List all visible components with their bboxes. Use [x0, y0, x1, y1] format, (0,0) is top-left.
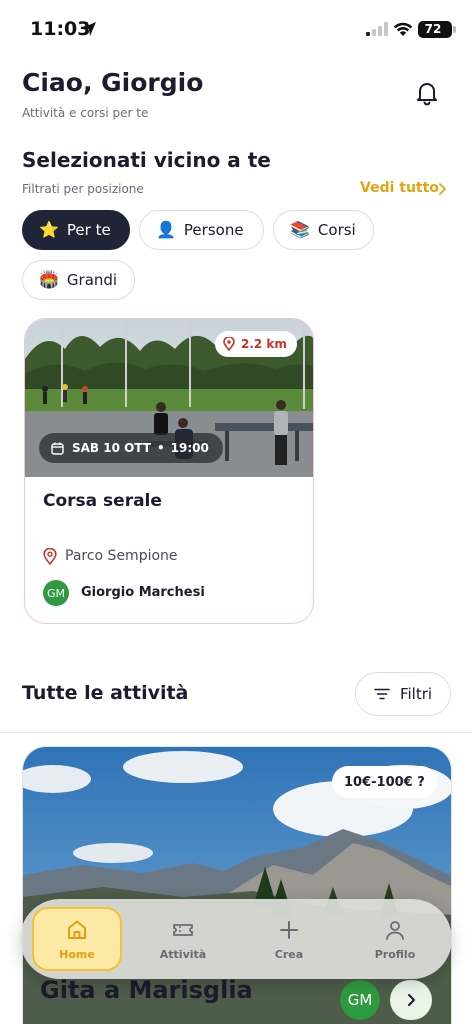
tab-home[interactable]: Home: [32, 907, 122, 971]
chevron-right-icon: [408, 994, 415, 1006]
chip-label: Per te: [66, 221, 111, 239]
battery-icon: 72: [418, 21, 452, 38]
activity-place: Parco Sempione: [65, 548, 178, 564]
chip-per-te[interactable]: ⭐ Per te: [22, 210, 130, 250]
page-title: Ciao, Giorgio: [22, 68, 204, 97]
organizer-name: Giorgio Marchesi: [81, 585, 205, 600]
activity-title: Corsa serale: [43, 491, 162, 511]
divider: [0, 732, 472, 733]
distance-badge: 2.2 km: [215, 331, 297, 357]
calendar-icon: [51, 442, 64, 455]
chip-persone[interactable]: 👤 Persone: [139, 210, 264, 250]
tab-profilo[interactable]: Profilo: [350, 907, 440, 971]
tab-crea[interactable]: Crea: [244, 907, 334, 971]
distance-value: 2.2 km: [241, 337, 287, 351]
price-badge: 10€-100€ ?: [332, 766, 437, 798]
activity-date: SAB 10 OTT: [72, 441, 151, 455]
stadium-icon: 🏟️: [39, 270, 59, 289]
notification-bell-icon[interactable]: [414, 80, 440, 106]
activity-title: Gita a Marisglia: [40, 976, 253, 1004]
section-title-nearby: Selezionati vicino a te: [22, 148, 271, 172]
tab-attivita[interactable]: Attività: [138, 907, 228, 971]
tab-label: Home: [59, 947, 95, 961]
battery-cap: [453, 26, 456, 33]
plus-icon: [280, 920, 298, 939]
chip-grandi[interactable]: 🏟️ Grandi: [22, 260, 135, 300]
avatar: GM: [43, 580, 69, 606]
activity-time: 19:00: [170, 441, 209, 455]
tab-bar: Home Attività Crea Profilo: [20, 899, 452, 979]
section-title-all-activities: Tutte le attività: [22, 682, 189, 704]
user-icon: [386, 920, 404, 940]
cellular-signal-icon: [366, 22, 388, 36]
filters-button[interactable]: Filtri: [355, 672, 451, 716]
status-bar: 11:03 72: [0, 0, 472, 56]
home-icon: [68, 920, 86, 939]
tab-label: Crea: [274, 947, 304, 961]
person-icon: 👤: [156, 220, 176, 239]
tab-label: Attività: [159, 947, 207, 961]
activity-card-nearby[interactable]: 2.2 km SAB 10 OTT • 19:00 Corsa serale P…: [24, 318, 314, 624]
star-icon: ⭐: [39, 220, 59, 239]
chip-label: Grandi: [66, 271, 118, 289]
open-activity-button[interactable]: [390, 980, 432, 1020]
tab-label: Profilo: [374, 947, 416, 961]
chip-label: Persone: [183, 221, 244, 239]
filter-lines-icon: [374, 688, 390, 700]
section-subtitle-nearby: Filtrati per posizione: [22, 182, 144, 196]
chip-corsi[interactable]: 📚 Corsi: [273, 210, 374, 250]
location-pin-icon: [43, 548, 57, 565]
date-separator-dot: •: [156, 441, 165, 455]
location-arrow-icon: [82, 22, 96, 36]
avatar: GM: [340, 980, 380, 1020]
ticket-icon: [173, 923, 193, 936]
books-icon: 📚: [290, 220, 310, 239]
battery-level: 72: [424, 22, 442, 36]
filters-label: Filtri: [399, 685, 433, 703]
page-subtitle: Attività e corsi per te: [22, 106, 149, 120]
chip-label: Corsi: [317, 221, 356, 239]
wifi-icon: [393, 22, 413, 36]
date-badge: SAB 10 OTT • 19:00: [39, 433, 223, 463]
location-pin-icon: [223, 337, 235, 351]
see-all-link[interactable]: Vedi tutto: [360, 180, 439, 196]
chevron-right-icon[interactable]: [436, 182, 448, 196]
